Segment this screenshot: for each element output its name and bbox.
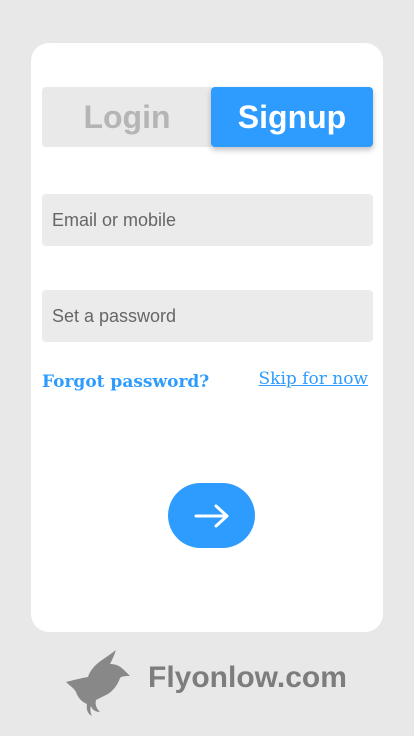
submit-button[interactable] <box>168 483 255 548</box>
forgot-password-link[interactable]: Forgot password? <box>42 372 209 392</box>
tab-login-label: Login <box>83 98 171 135</box>
footer: Flyonlow.com <box>0 650 414 716</box>
brand-name: Flyonlow.com <box>148 661 347 694</box>
tab-signup-label: Signup <box>237 98 347 135</box>
password-field[interactable] <box>42 290 373 342</box>
auth-card: Login Signup Forgot password? Skip for n… <box>31 43 383 632</box>
bird-icon <box>66 650 130 716</box>
arrow-right-icon <box>194 504 228 527</box>
auth-tabs: Login Signup <box>42 87 373 147</box>
skip-for-now-link[interactable]: Skip for now <box>259 369 368 389</box>
tab-signup[interactable]: Signup <box>211 87 373 147</box>
email-field[interactable] <box>42 194 373 246</box>
tab-login[interactable]: Login <box>42 87 212 147</box>
